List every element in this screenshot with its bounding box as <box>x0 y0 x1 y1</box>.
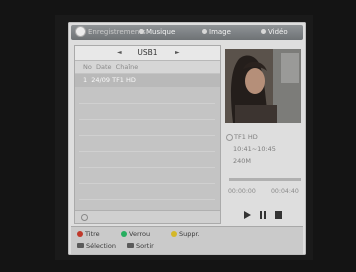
tab-music[interactable]: Musique <box>139 25 175 40</box>
pause-icon[interactable] <box>260 211 262 219</box>
header-channel: Chaîne <box>115 63 139 71</box>
list-item[interactable]: 1 24/09 TF1 HD <box>75 74 220 87</box>
hint-exit-label: Sortir <box>136 242 154 250</box>
image-icon <box>202 29 207 34</box>
playback-times: 00:00:00 00:04:40 <box>228 188 304 195</box>
source-selector[interactable]: ◄ USB1 ► <box>75 46 220 61</box>
hint-title: Titre <box>77 230 100 239</box>
item-date: 24/09 <box>91 76 111 84</box>
video-preview <box>225 49 301 123</box>
empty-row-divider <box>79 167 215 168</box>
hint-select: Sélection <box>77 242 116 251</box>
source-value: USB1 <box>137 48 158 57</box>
hint-lock: Verrou <box>121 230 150 239</box>
exit-key-icon <box>127 243 134 248</box>
tab-image-label: Image <box>209 28 231 36</box>
hint-delete-label: Suppr. <box>179 230 200 238</box>
tab-music-label: Musique <box>146 28 176 36</box>
elapsed-time: 00:00:00 <box>228 188 256 195</box>
red-key-icon <box>77 230 83 237</box>
recordings-list: ◄ USB1 ► No Date Chaîne 1 24/09 TF1 HD <box>74 45 221 224</box>
source-next-arrow-icon[interactable]: ► <box>175 46 180 60</box>
radio-icon <box>226 133 233 141</box>
pause-icon-bar <box>264 211 266 219</box>
record-disc-icon <box>75 25 86 37</box>
item-num: 1 <box>83 76 88 84</box>
header-date: Date <box>95 63 112 71</box>
list-footer <box>75 210 220 223</box>
ok-key-icon <box>77 243 84 248</box>
hint-delete: Suppr. <box>171 230 200 239</box>
empty-row-divider <box>79 103 215 104</box>
source-prev-arrow-icon[interactable]: ◄ <box>117 46 122 60</box>
tab-recordings[interactable]: Enregistrements <box>75 25 146 40</box>
music-icon <box>139 29 144 34</box>
green-key-icon <box>121 230 127 237</box>
empty-row-divider <box>79 183 215 184</box>
video-icon <box>261 29 266 34</box>
hint-select-label: Sélection <box>86 242 116 250</box>
hint-bar: Titre Verrou Suppr. Sélection Sortir <box>71 226 303 254</box>
total-time: 00:04:40 <box>271 188 299 195</box>
header-num: No <box>83 63 92 71</box>
tab-bar: Enregistrements Musique Image Vidéo <box>71 25 303 40</box>
page-indicator-icon <box>81 214 88 221</box>
hint-exit: Sortir <box>127 242 154 251</box>
info-channel: TF1 HD <box>234 133 258 141</box>
tab-image[interactable]: Image <box>202 25 231 40</box>
recording-info: TF1 HD 10:41~10:45 240M <box>226 131 302 167</box>
empty-row-divider <box>79 151 215 152</box>
item-channel: TF1 HD <box>112 76 136 84</box>
empty-row-divider <box>79 199 215 200</box>
play-icon[interactable] <box>244 211 251 219</box>
empty-row-divider <box>79 119 215 120</box>
tab-video-label: Vidéo <box>268 28 288 36</box>
hint-lock-label: Verrou <box>129 230 151 238</box>
list-header: No Date Chaîne <box>75 61 220 73</box>
tab-recordings-label: Enregistrements <box>88 28 146 36</box>
info-time-range: 10:41~10:45 <box>233 145 276 153</box>
stop-icon[interactable] <box>275 211 282 219</box>
yellow-key-icon <box>171 230 177 237</box>
tab-video[interactable]: Vidéo <box>261 25 288 40</box>
playback-progress-bar[interactable] <box>229 178 301 181</box>
preview-image <box>225 49 301 123</box>
hint-title-label: Titre <box>85 230 100 238</box>
empty-row-divider <box>79 135 215 136</box>
info-size: 240M <box>233 157 252 165</box>
playback-controls <box>244 205 294 219</box>
